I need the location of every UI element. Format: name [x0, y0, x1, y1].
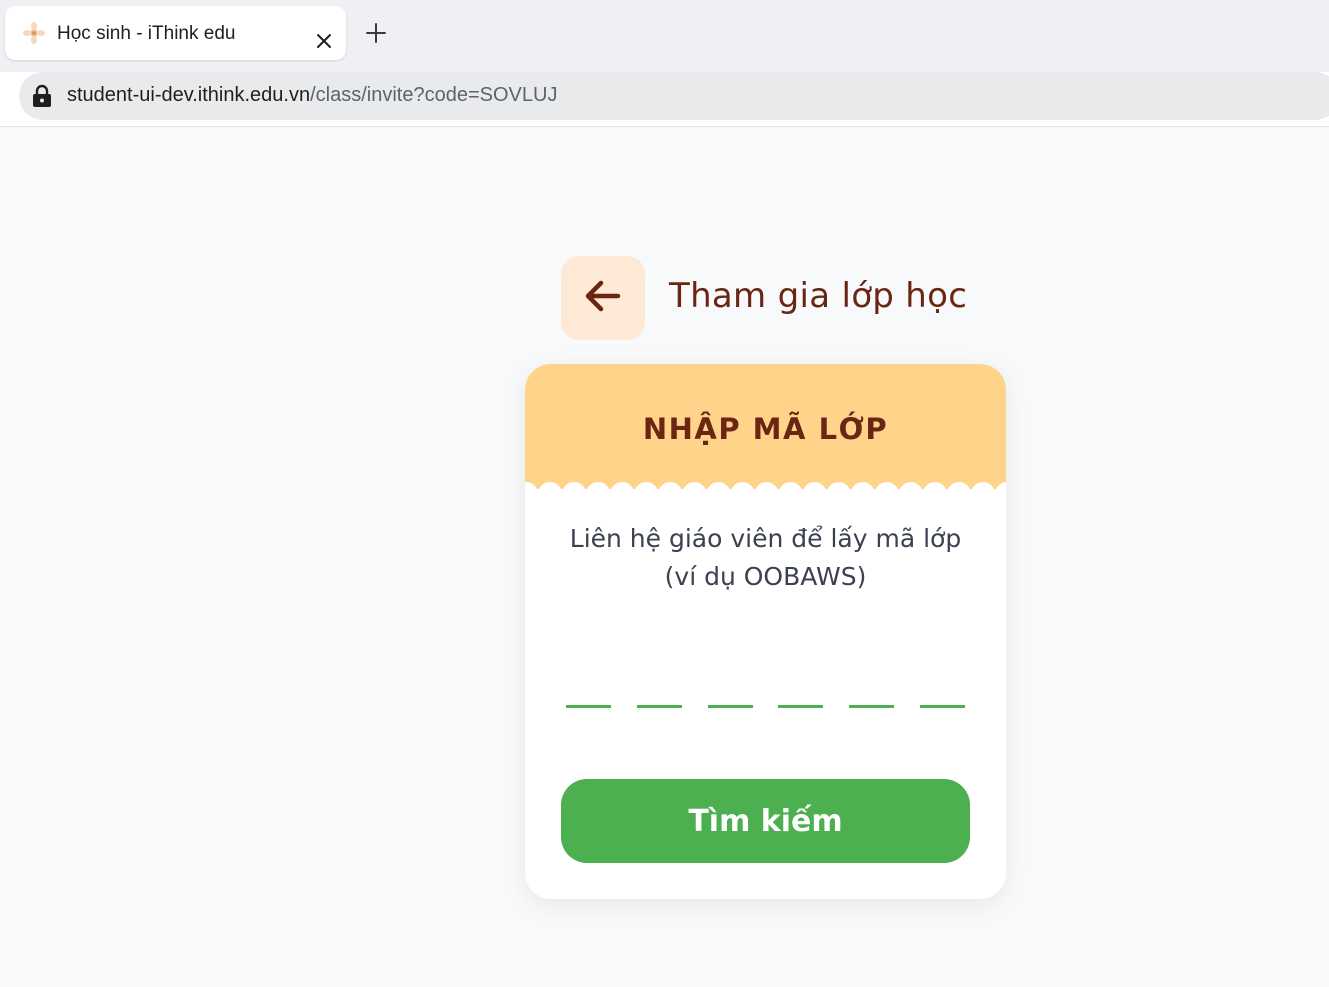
- search-button[interactable]: Tìm kiếm: [561, 779, 970, 863]
- instruction-line-1: Liên hệ giáo viên để lấy mã lớp: [569, 524, 962, 553]
- url-path: /class/invite?code=SOVLUJ: [310, 84, 558, 106]
- code-slot-3[interactable]: [708, 664, 753, 708]
- instruction-text: Liên hệ giáo viên để lấy mã lớp (ví dụ O…: [545, 520, 986, 596]
- url-text[interactable]: student-ui-dev.ithink.edu.vn/class/invit…: [67, 84, 557, 107]
- code-slot-6[interactable]: [920, 664, 965, 708]
- lock-icon[interactable]: [32, 84, 52, 108]
- code-slot-4[interactable]: [778, 664, 823, 708]
- browser-tabstrip: Học sinh - iThink edu: [0, 0, 1329, 72]
- card-heading: NHẬP MÃ LỚP: [642, 412, 889, 446]
- join-class-card: NHẬP MÃ LỚP Liên hệ giáo viên để lấy mã …: [525, 364, 1006, 899]
- tab-title: Học sinh - iThink edu: [57, 23, 236, 44]
- instruction-line-2: (ví dụ OOBAWS): [664, 562, 867, 591]
- close-icon[interactable]: [311, 28, 337, 54]
- code-slot-5[interactable]: [849, 664, 894, 708]
- scallop-edge: [525, 481, 1006, 499]
- code-slot-2[interactable]: [637, 664, 682, 708]
- arrow-left-icon: [584, 279, 622, 317]
- ithink-logo-icon: [22, 21, 46, 45]
- browser-tab-active[interactable]: Học sinh - iThink edu: [5, 6, 346, 60]
- page-title: Tham gia lớp học: [669, 276, 968, 316]
- class-code-input: [566, 664, 966, 708]
- plus-icon[interactable]: [362, 19, 390, 47]
- back-button[interactable]: [561, 256, 645, 340]
- code-slot-1[interactable]: [566, 664, 611, 708]
- url-host: student-ui-dev.ithink.edu.vn: [67, 84, 311, 106]
